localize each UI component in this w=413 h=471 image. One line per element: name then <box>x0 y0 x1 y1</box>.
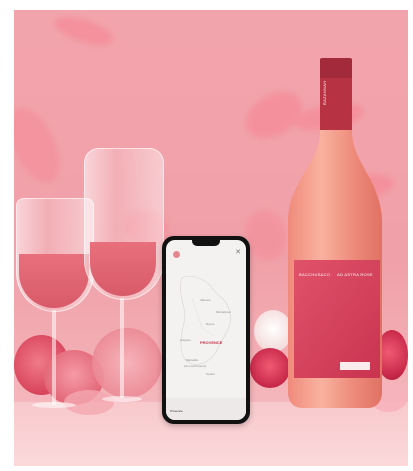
bottle-brand: BACCHUS&CO <box>299 272 331 277</box>
phone-footer-title: Provence <box>170 409 183 413</box>
photo-frame: RAZANNAH BACCHUS&CO AD ASTRA ROSE ✕ Vale… <box>0 0 413 471</box>
map-region-highlight: PROVENCE <box>200 340 223 345</box>
bottle-wine-name: AD ASTRA ROSE <box>337 272 373 277</box>
phone-screen: ✕ Valence Montelimar Nyons Avignon PROVE… <box>166 240 246 420</box>
product-photo: RAZANNAH BACCHUS&CO AD ASTRA ROSE ✕ Vale… <box>14 10 408 466</box>
wine-bottle <box>288 58 382 408</box>
feather <box>52 11 116 51</box>
rose <box>92 328 162 398</box>
map-label: Nyons <box>206 322 215 326</box>
feather <box>14 100 70 190</box>
map-label: Montelimar <box>216 310 231 314</box>
map-label: Valence <box>200 298 211 302</box>
map-label: Aix-en-Provence <box>184 364 207 368</box>
map-label: Toulon <box>206 372 215 376</box>
close-icon: ✕ <box>235 249 241 256</box>
glass-stem <box>52 310 56 405</box>
glass-foot <box>32 402 76 408</box>
smartphone: ✕ Valence Montelimar Nyons Avignon PROVE… <box>162 236 250 424</box>
glass-stem <box>120 298 124 398</box>
app-logo-icon <box>173 251 180 258</box>
bottle-neck-label: RAZANNAH <box>322 80 327 105</box>
map-label: Marseille <box>186 358 199 362</box>
phone-notch <box>192 240 220 246</box>
map-label: Avignon <box>180 338 191 342</box>
glass-foot <box>102 396 142 402</box>
